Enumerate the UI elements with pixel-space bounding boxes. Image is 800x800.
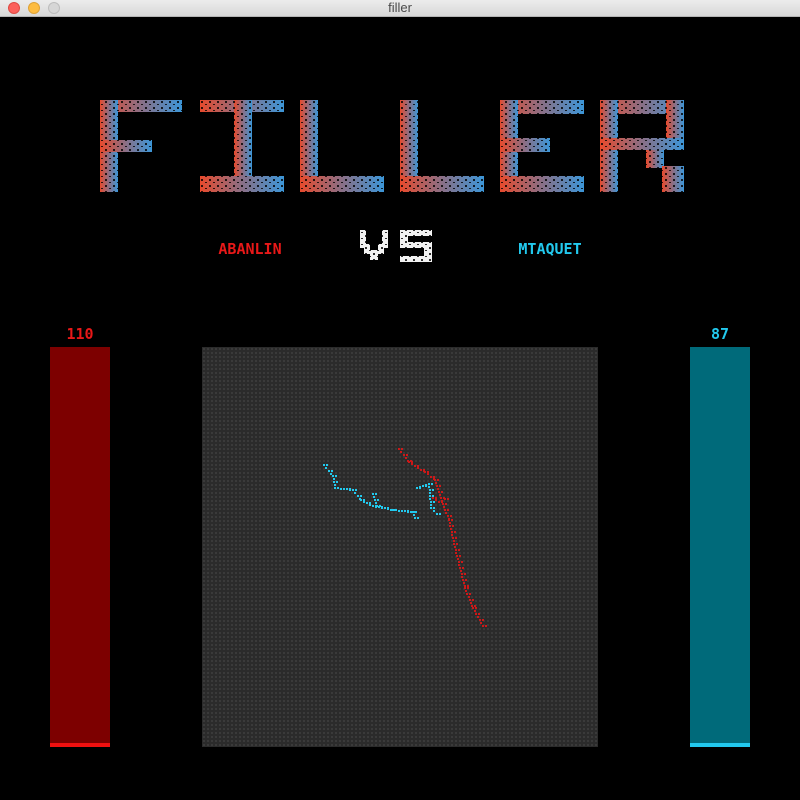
filler-logo bbox=[100, 100, 684, 192]
player-one-name: ABANLIN bbox=[218, 240, 282, 258]
vs-logo bbox=[360, 230, 432, 262]
logo-letter-i bbox=[200, 100, 284, 192]
player-two-territory-branch bbox=[416, 483, 441, 515]
vs-letter-v bbox=[360, 230, 388, 260]
logo-letter-r bbox=[600, 100, 684, 192]
logo-letter-e bbox=[500, 100, 584, 192]
player-one-territory bbox=[398, 448, 487, 627]
window-title: filler bbox=[388, 0, 412, 15]
player-two-score: 87 bbox=[710, 325, 730, 343]
player-one-score: 110 bbox=[66, 325, 94, 343]
player-two-name: MTAQUET bbox=[518, 240, 582, 258]
vs-letter-s bbox=[400, 230, 432, 262]
player-two-score-bar bbox=[690, 347, 750, 747]
player-one-score-bar bbox=[50, 347, 110, 747]
player-two-territory-spur bbox=[372, 493, 381, 507]
window-titlebar: filler bbox=[0, 0, 800, 17]
logo-letter-l bbox=[400, 100, 484, 192]
logo-letter-l bbox=[300, 100, 384, 192]
player-two-territory bbox=[323, 464, 419, 519]
game-board bbox=[202, 347, 598, 747]
logo-letter-f bbox=[100, 100, 182, 192]
